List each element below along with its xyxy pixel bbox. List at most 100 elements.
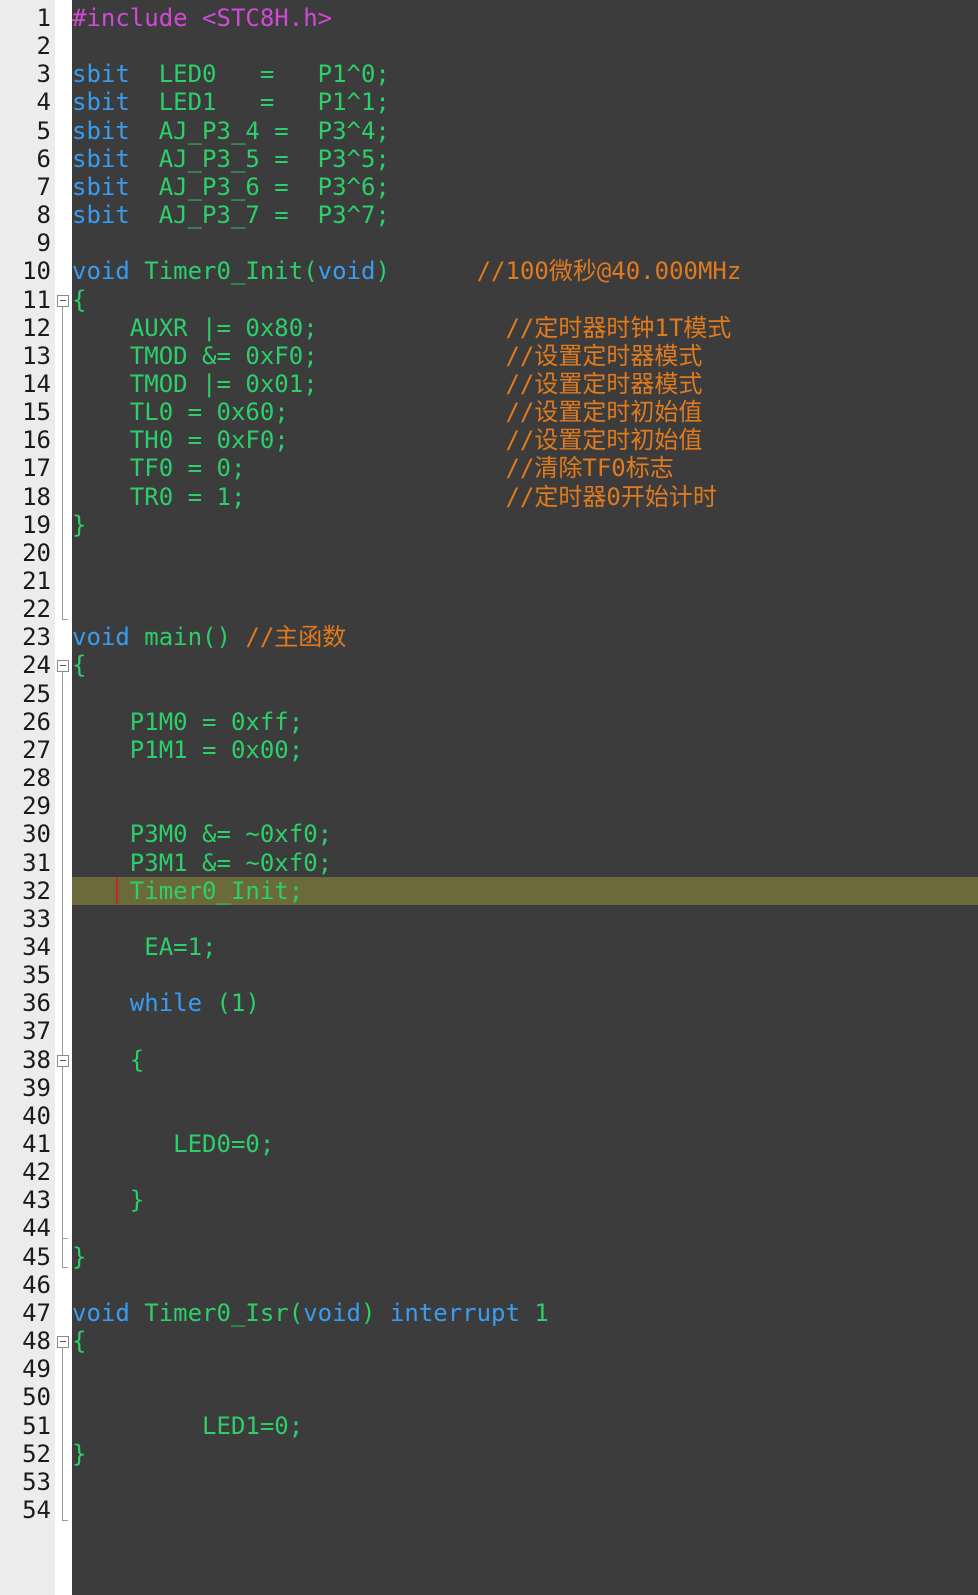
fold-toggle-icon[interactable] bbox=[57, 1336, 69, 1349]
code-token-ident: AJ_P3_5 = P3^5; bbox=[129, 144, 390, 173]
code-line[interactable]: P1M0 = 0xff; bbox=[72, 708, 978, 737]
code-line[interactable]: #include <STC8H.h> bbox=[72, 4, 978, 33]
code-token-ident: AJ_P3_4 = P3^4; bbox=[129, 116, 390, 145]
code-line[interactable]: LED0=0; bbox=[72, 1130, 978, 1159]
code-token-ident: TL0 = 0x60; bbox=[72, 398, 506, 427]
fold-end-mark bbox=[62, 619, 68, 621]
code-line[interactable]: TMOD &= 0xF0; //设置定时器模式 bbox=[72, 342, 978, 371]
code-line[interactable] bbox=[72, 32, 978, 61]
code-line[interactable] bbox=[72, 539, 978, 568]
code-line[interactable] bbox=[72, 1214, 978, 1243]
code-token-ident: 1 bbox=[519, 1298, 549, 1327]
code-token-ident: AJ_P3_6 = P3^6; bbox=[129, 172, 390, 201]
code-line[interactable] bbox=[72, 1383, 978, 1412]
code-line[interactable]: void main() //主函数 bbox=[72, 623, 978, 652]
code-line[interactable] bbox=[72, 680, 978, 709]
line-number: 29 bbox=[22, 792, 51, 821]
code-token-ident: } bbox=[72, 1439, 87, 1468]
code-line[interactable]: TF0 = 0; //清除TF0标志 bbox=[72, 454, 978, 483]
code-token-ident: } bbox=[72, 510, 87, 539]
line-number: 47 bbox=[22, 1298, 51, 1327]
code-token-ident: { bbox=[72, 1327, 87, 1356]
code-line[interactable]: LED1=0; bbox=[72, 1412, 978, 1441]
line-number: 23 bbox=[22, 623, 51, 652]
code-line[interactable]: { bbox=[72, 286, 978, 315]
code-line[interactable] bbox=[72, 1271, 978, 1300]
code-line[interactable] bbox=[72, 905, 978, 934]
line-number: 10 bbox=[22, 257, 51, 286]
code-line[interactable]: P3M1 &= ~0xf0; bbox=[72, 849, 978, 878]
code-line[interactable]: sbit AJ_P3_5 = P3^5; bbox=[72, 145, 978, 174]
code-line[interactable]: } bbox=[72, 511, 978, 540]
code-token-ident: ) bbox=[360, 1298, 390, 1327]
code-line[interactable]: TMOD |= 0x01; //设置定时器模式 bbox=[72, 370, 978, 399]
code-line[interactable] bbox=[72, 1102, 978, 1131]
code-line[interactable]: sbit LED1 = P1^1; bbox=[72, 88, 978, 117]
fold-toggle-icon[interactable] bbox=[57, 294, 69, 307]
code-line[interactable] bbox=[72, 792, 978, 821]
line-number: 48 bbox=[22, 1327, 51, 1356]
code-token-ident: Timer0_Init; bbox=[72, 876, 304, 905]
code-line[interactable]: sbit AJ_P3_7 = P3^7; bbox=[72, 201, 978, 230]
code-line[interactable]: while (1) bbox=[72, 989, 978, 1018]
code-line[interactable]: { bbox=[72, 1327, 978, 1356]
line-number: 25 bbox=[22, 679, 51, 708]
code-line[interactable]: TR0 = 1; //定时器0开始计时 bbox=[72, 483, 978, 512]
code-line[interactable]: sbit AJ_P3_6 = P3^6; bbox=[72, 173, 978, 202]
code-line[interactable] bbox=[72, 1017, 978, 1046]
code-line[interactable]: sbit LED0 = P1^0; bbox=[72, 60, 978, 89]
current-line[interactable]: Timer0_Init; bbox=[72, 876, 978, 906]
code-line[interactable]: TH0 = 0xF0; //设置定时初始值 bbox=[72, 426, 978, 455]
line-number: 13 bbox=[22, 341, 51, 370]
code-line[interactable]: void Timer0_Isr(void) interrupt 1 bbox=[72, 1299, 978, 1328]
code-token-keyword: while bbox=[129, 989, 203, 1018]
line-number: 27 bbox=[22, 735, 51, 764]
fold-end-mark bbox=[62, 1238, 68, 1240]
line-number: 26 bbox=[22, 707, 51, 736]
code-line[interactable] bbox=[72, 567, 978, 596]
code-line[interactable] bbox=[72, 1355, 978, 1384]
code-token-ident: } bbox=[72, 1242, 87, 1271]
code-line[interactable] bbox=[72, 1158, 978, 1187]
code-token-ident: EA=1; bbox=[72, 932, 217, 961]
code-line[interactable]: EA=1; bbox=[72, 933, 978, 962]
code-token-ident: (1) bbox=[202, 989, 260, 1018]
code-line[interactable]: void Timer0_Init(void) //100微秒@40.000MHz bbox=[72, 257, 978, 286]
code-token-keyword: sbit bbox=[72, 116, 130, 145]
fold-toggle-icon[interactable] bbox=[57, 1054, 69, 1067]
code-line[interactable] bbox=[72, 1074, 978, 1103]
code-line[interactable]: TL0 = 0x60; //设置定时初始值 bbox=[72, 398, 978, 427]
code-line[interactable] bbox=[72, 1468, 978, 1497]
code-line[interactable] bbox=[72, 961, 978, 990]
code-token-ident: LED1 = P1^1; bbox=[129, 88, 390, 117]
line-number: 17 bbox=[22, 454, 51, 483]
code-line[interactable] bbox=[72, 1496, 978, 1525]
code-token-keyword: sbit bbox=[72, 60, 130, 89]
code-line[interactable]: AUXR |= 0x80; //定时器时钟1T模式 bbox=[72, 314, 978, 343]
code-line[interactable]: { bbox=[72, 651, 978, 680]
code-line[interactable] bbox=[72, 764, 978, 793]
line-number: 51 bbox=[22, 1411, 51, 1440]
code-token-comment: //定时器0开始计时 bbox=[505, 482, 717, 511]
code-line[interactable]: { bbox=[72, 1046, 978, 1075]
fold-guide bbox=[62, 1066, 63, 1239]
code-line[interactable] bbox=[72, 229, 978, 258]
fold-end-mark bbox=[62, 1519, 68, 1521]
code-token-keyword: void bbox=[317, 257, 376, 286]
code-line[interactable] bbox=[72, 595, 978, 624]
fold-margin[interactable] bbox=[55, 0, 72, 1595]
code-token-ident: TR0 = 1; bbox=[72, 482, 506, 511]
line-number: 18 bbox=[22, 482, 51, 511]
code-line[interactable]: P1M1 = 0x00; bbox=[72, 736, 978, 765]
line-number: 8 bbox=[36, 201, 51, 230]
code-token-comment: //设置定时初始值 bbox=[505, 398, 703, 427]
code-token-keyword: void bbox=[72, 1298, 130, 1327]
fold-toggle-icon[interactable] bbox=[57, 660, 69, 673]
code-line[interactable]: P3M0 &= ~0xf0; bbox=[72, 820, 978, 849]
code-token-comment: //清除TF0标志 bbox=[505, 454, 674, 483]
code-line[interactable]: } bbox=[72, 1186, 978, 1215]
code-line[interactable]: sbit AJ_P3_4 = P3^4; bbox=[72, 117, 978, 146]
code-line[interactable]: } bbox=[72, 1243, 978, 1272]
code-line[interactable]: } bbox=[72, 1440, 978, 1469]
fold-guide bbox=[62, 306, 63, 620]
